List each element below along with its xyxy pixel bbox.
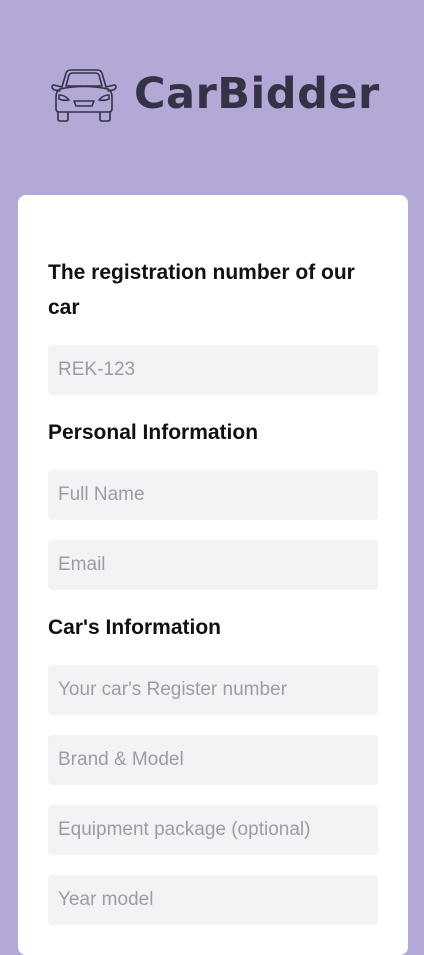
email-input[interactable]	[48, 540, 378, 590]
car-info-title: Car's Information	[48, 616, 222, 639]
brand-name: CarBidder	[134, 68, 380, 119]
brand-model-input[interactable]	[48, 735, 378, 785]
car-front-icon	[51, 69, 117, 122]
personal-info-title: Personal Information	[48, 421, 259, 444]
year-model-input[interactable]	[48, 875, 378, 925]
equipment-package-input[interactable]	[48, 805, 378, 855]
full-name-input[interactable]	[48, 470, 378, 520]
registration-section-title: The registration number of our car	[48, 261, 355, 319]
car-register-number-input[interactable]	[48, 665, 378, 715]
brand-logo: CarBidder	[50, 64, 380, 124]
bid-form-card: The registration number of our car Perso…	[18, 195, 408, 955]
registration-number-input[interactable]	[48, 345, 378, 395]
